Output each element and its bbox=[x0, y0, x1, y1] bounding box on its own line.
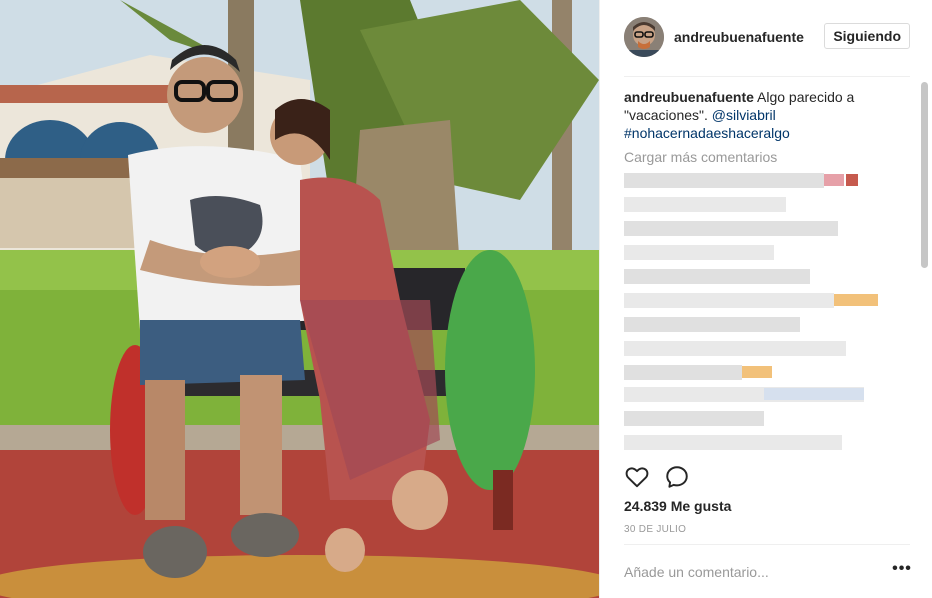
more-horizontal-icon[interactable]: ••• bbox=[890, 561, 914, 582]
post-date[interactable]: 30 DE JULIO bbox=[624, 524, 686, 535]
heart-icon-graphic bbox=[625, 467, 649, 488]
scrollbar-thumb[interactable] bbox=[921, 82, 928, 268]
likes-count[interactable]: 24.839 Me gusta bbox=[624, 498, 731, 514]
mention-link[interactable]: @silviabril bbox=[712, 107, 776, 123]
blurred-comment bbox=[624, 197, 786, 212]
blurred-comment bbox=[624, 411, 764, 426]
blurred-comment bbox=[624, 317, 800, 332]
hashtag-link[interactable]: #nohacernadaeshaceralgo bbox=[624, 125, 790, 141]
post-header: andreubuenafuente Siguiendo bbox=[624, 17, 910, 57]
blurred-comment bbox=[764, 388, 864, 400]
comments-list[interactable]: andreubuenafuente Algo parecido a "vacac… bbox=[624, 88, 914, 454]
avatar[interactable] bbox=[624, 17, 664, 57]
instagram-post-modal: andreubuenafuente Siguiendo andreubuenaf… bbox=[0, 0, 932, 598]
blurred-comments bbox=[624, 171, 914, 454]
blurred-comment bbox=[834, 294, 878, 306]
username-link[interactable]: andreubuenafuente bbox=[674, 29, 804, 45]
post-details-panel: andreubuenafuente Siguiendo andreubuenaf… bbox=[599, 0, 932, 598]
blurred-comment bbox=[624, 173, 824, 188]
post-caption: andreubuenafuente Algo parecido a "vacac… bbox=[624, 88, 894, 142]
blurred-comment bbox=[824, 174, 844, 186]
comments-scrollbar[interactable] bbox=[920, 82, 929, 454]
avatar-image bbox=[624, 17, 664, 57]
blurred-comment bbox=[624, 341, 846, 356]
post-photo[interactable] bbox=[0, 0, 599, 598]
blurred-comment bbox=[624, 245, 774, 260]
photo-illustration bbox=[0, 0, 599, 598]
blurred-comment bbox=[624, 435, 842, 450]
comment-icon-graphic bbox=[666, 466, 688, 488]
blurred-comment bbox=[846, 174, 858, 186]
following-button[interactable]: Siguiendo bbox=[824, 23, 910, 49]
divider bbox=[624, 544, 910, 545]
blurred-comment bbox=[624, 293, 834, 308]
blurred-comment bbox=[742, 366, 772, 378]
blurred-comment bbox=[624, 365, 742, 380]
load-more-comments-button[interactable]: Cargar más comentarios bbox=[624, 149, 914, 165]
post-actions bbox=[624, 464, 744, 494]
blurred-comment bbox=[624, 221, 838, 236]
comment-input[interactable] bbox=[624, 560, 864, 584]
speech-bubble-icon[interactable] bbox=[664, 464, 692, 492]
heart-outline-icon[interactable] bbox=[624, 464, 652, 492]
divider bbox=[624, 76, 910, 77]
caption-author-link[interactable]: andreubuenafuente bbox=[624, 89, 754, 105]
blurred-comment bbox=[624, 269, 810, 284]
